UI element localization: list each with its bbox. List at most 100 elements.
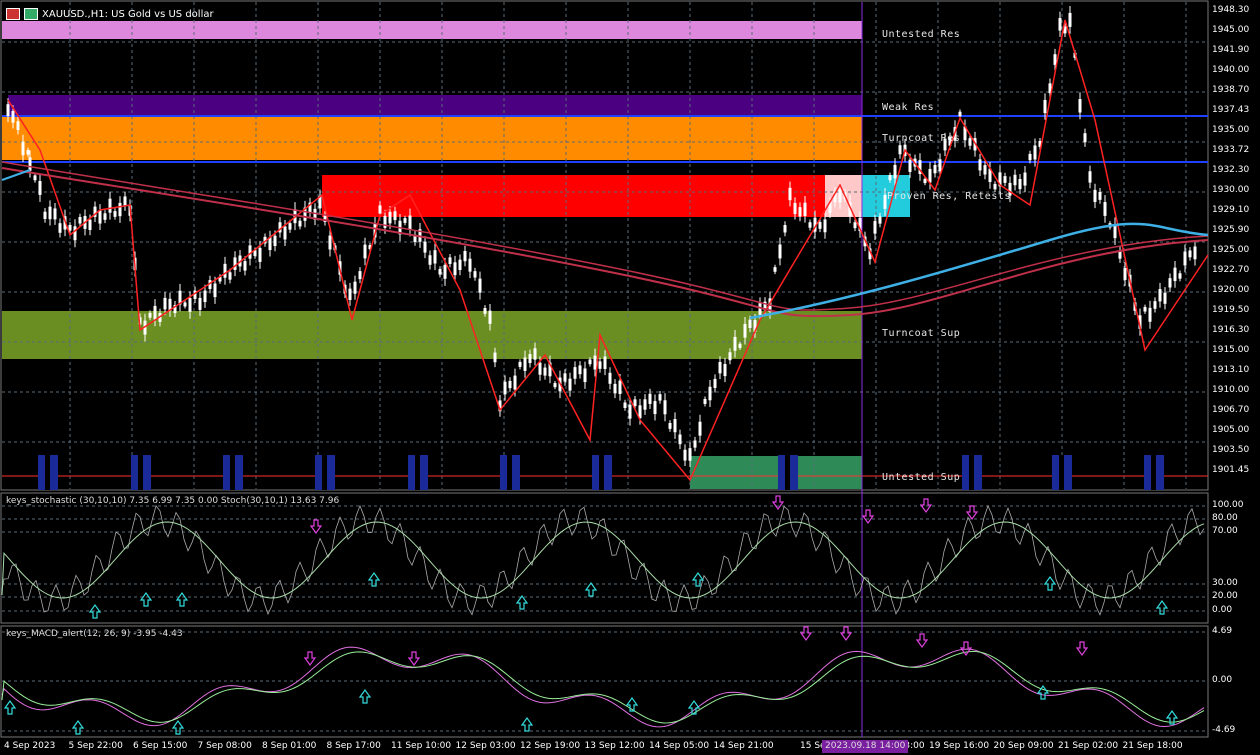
stoch-level-tick: 20.00 bbox=[1212, 591, 1238, 601]
arrow-up-icon bbox=[139, 591, 153, 607]
candle-body bbox=[1178, 273, 1182, 279]
time-tick: 12 Sep 19:00 bbox=[520, 741, 581, 751]
price-tick: 1913.10 bbox=[1212, 365, 1250, 375]
candle-body bbox=[538, 362, 542, 375]
session-bar-gap bbox=[230, 455, 235, 490]
time-tick: 7 Sep 08:00 bbox=[197, 741, 252, 751]
candle-body bbox=[78, 216, 82, 224]
candle-body bbox=[583, 368, 587, 383]
trade-icon[interactable] bbox=[24, 8, 38, 20]
time-tick: 8 Sep 17:00 bbox=[326, 741, 381, 751]
session-bar-gap bbox=[322, 455, 327, 490]
candle-body bbox=[578, 365, 582, 375]
price-tick: 1920.00 bbox=[1212, 285, 1250, 295]
candle-body bbox=[1173, 267, 1177, 282]
candle-body bbox=[643, 399, 647, 410]
arrow-down-icon bbox=[965, 505, 979, 521]
zone-weak-res bbox=[8, 95, 862, 115]
candle-body bbox=[448, 257, 452, 264]
candle-body bbox=[663, 400, 667, 415]
chart-canvas[interactable] bbox=[0, 0, 1260, 755]
candle-body bbox=[148, 312, 152, 318]
arrow-down-icon bbox=[303, 651, 317, 667]
candle-body bbox=[363, 244, 367, 259]
arrow-up-icon bbox=[520, 716, 534, 732]
candle-body bbox=[598, 361, 602, 369]
price-tick: 1930.00 bbox=[1212, 185, 1250, 195]
candle-body bbox=[28, 157, 32, 171]
candle-body bbox=[823, 219, 827, 233]
candle-body bbox=[748, 319, 752, 329]
candle-body bbox=[1098, 191, 1102, 200]
session-bar-gap bbox=[1059, 455, 1064, 490]
zone-turncoat-sup bbox=[2, 311, 862, 359]
candle-body bbox=[693, 440, 697, 448]
candle-body bbox=[928, 168, 932, 183]
candle-body bbox=[73, 226, 77, 241]
candle-body bbox=[1023, 172, 1027, 186]
price-tick: 1910.00 bbox=[1212, 385, 1250, 395]
candle-body bbox=[11, 111, 15, 123]
time-tick: 12 Sep 03:00 bbox=[455, 741, 516, 751]
candle-body bbox=[273, 235, 277, 247]
candle-body bbox=[38, 180, 42, 195]
candle-body bbox=[678, 434, 682, 445]
candle-body bbox=[528, 354, 532, 364]
candle-body bbox=[68, 224, 72, 231]
candle-body bbox=[1058, 17, 1062, 31]
candle-body bbox=[478, 278, 482, 293]
time-tick: 8 Sep 01:00 bbox=[262, 741, 317, 751]
chart-menu-icon[interactable] bbox=[6, 8, 20, 20]
candle-body bbox=[388, 211, 392, 224]
candle-body bbox=[508, 380, 512, 389]
arrow-down-icon bbox=[799, 626, 813, 642]
candle-body bbox=[788, 187, 792, 201]
candle-body bbox=[658, 394, 662, 401]
chart-title: XAUUSD.,H1: US Gold vs US dollar bbox=[6, 6, 214, 22]
time-tick: 20 Sep 09:00 bbox=[993, 741, 1054, 751]
zone-label-turncoat-sup: Turncoat Sup bbox=[882, 328, 961, 339]
candle-body bbox=[898, 145, 902, 155]
candle-body bbox=[783, 225, 787, 233]
macd-level-tick: 0.00 bbox=[1212, 675, 1233, 685]
candle-body bbox=[733, 336, 737, 351]
candle-body bbox=[743, 323, 747, 338]
chart-window[interactable]: XAUUSD.,H1: US Gold vs US dollar Unteste… bbox=[0, 0, 1260, 755]
arrow-down-icon bbox=[839, 626, 853, 642]
candle-body bbox=[588, 359, 592, 365]
candle-body bbox=[21, 141, 25, 156]
stoch-level-tick: 30.00 bbox=[1212, 578, 1238, 588]
zone-turncoat-res bbox=[2, 116, 862, 160]
candle-body bbox=[893, 164, 897, 179]
candle-body bbox=[298, 220, 302, 227]
candle-body bbox=[533, 348, 537, 360]
candle-body bbox=[1088, 171, 1092, 183]
candle-body bbox=[993, 183, 997, 190]
price-tick: 1940.00 bbox=[1212, 65, 1250, 75]
candle-body bbox=[183, 302, 187, 307]
arrow-up-icon bbox=[3, 699, 17, 715]
candle-body bbox=[103, 213, 107, 220]
candle-body bbox=[718, 362, 722, 374]
candle-body bbox=[353, 281, 357, 294]
candle-body bbox=[1123, 268, 1127, 280]
time-tick: 5 Sep 22:00 bbox=[68, 741, 123, 751]
zone-label-proven-res: Proven Res, Retests bbox=[887, 191, 1011, 202]
candle-body bbox=[818, 222, 822, 229]
candle-body bbox=[198, 297, 202, 310]
time-tick: 19 Sep 16:00 bbox=[929, 741, 990, 751]
arrow-up-icon bbox=[1043, 575, 1057, 591]
candle-body bbox=[1143, 306, 1147, 312]
candle-body bbox=[808, 222, 812, 228]
stoch-level-tick: 80.00 bbox=[1212, 513, 1238, 523]
candle-body bbox=[358, 271, 362, 280]
candle-body bbox=[483, 308, 487, 314]
candle-body bbox=[888, 175, 892, 181]
candle-body bbox=[958, 111, 962, 117]
candle-body bbox=[683, 449, 687, 461]
candle-body bbox=[473, 271, 477, 278]
candle-body bbox=[488, 310, 492, 324]
candle-body bbox=[968, 138, 972, 146]
price-tick: 1901.45 bbox=[1212, 465, 1250, 475]
candle-body bbox=[573, 367, 577, 379]
